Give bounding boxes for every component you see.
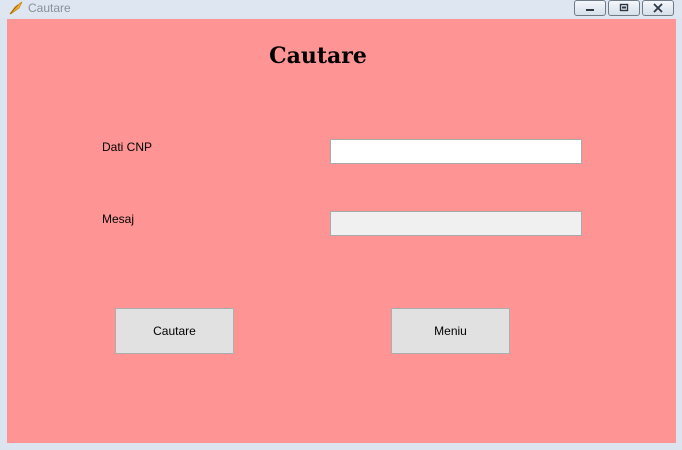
- restore-icon: [618, 3, 630, 13]
- window-title: Cautare: [28, 1, 71, 15]
- cnp-input[interactable]: [330, 139, 582, 164]
- title-bar[interactable]: Cautare: [0, 0, 682, 17]
- menu-button[interactable]: Meniu: [391, 308, 510, 354]
- minimize-button[interactable]: [574, 0, 606, 16]
- message-field[interactable]: [330, 211, 582, 236]
- cnp-label: Dati CNP: [102, 140, 153, 154]
- message-label: Mesaj: [102, 212, 135, 226]
- minimize-icon: [584, 4, 596, 12]
- close-button[interactable]: [642, 0, 674, 16]
- search-panel: Cautare Dati CNP Mesaj Cautare Meniu: [7, 19, 676, 443]
- app-window: Cautare Cautare Dati CNP Mesaj Cautare M…: [0, 0, 682, 450]
- search-button[interactable]: Cautare: [115, 308, 234, 354]
- close-icon: [652, 3, 664, 13]
- app-feather-icon: [8, 1, 24, 15]
- page-title: Cautare: [269, 43, 367, 69]
- maximize-button[interactable]: [608, 0, 640, 16]
